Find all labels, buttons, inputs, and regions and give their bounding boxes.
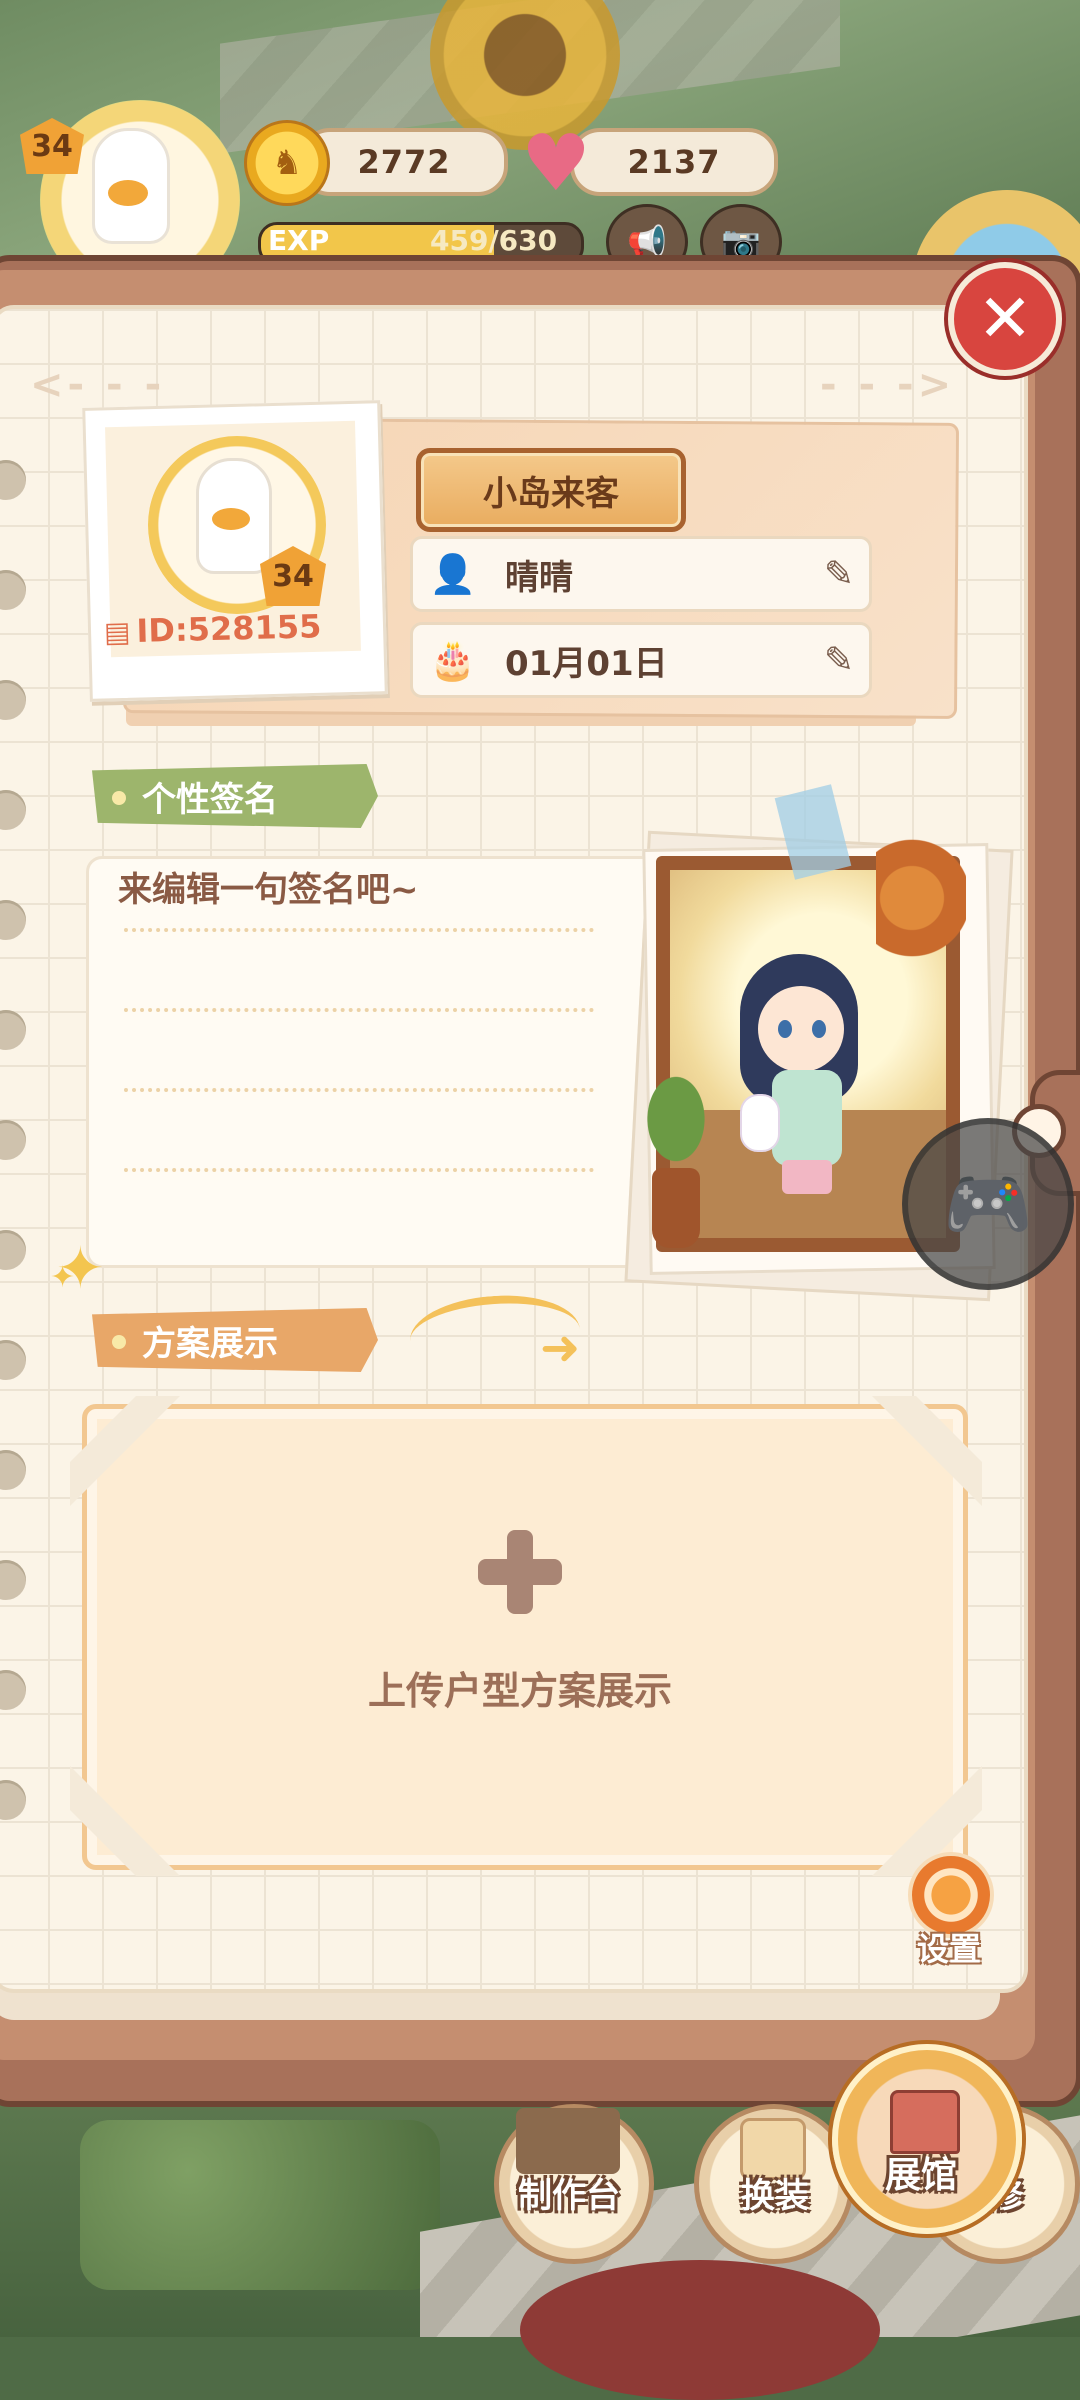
coin-icon: ♞ — [244, 120, 330, 206]
coin-amount: 2772 — [357, 143, 451, 181]
cake-icon: 🎂 — [429, 637, 477, 682]
bunny-plush-icon — [740, 1094, 780, 1152]
gamepad-icon: 🎮 — [943, 1161, 1033, 1246]
upload-scheme-label: 上传户型方案展示 — [367, 1669, 672, 1713]
heart-amount: 2137 — [627, 143, 721, 181]
gallery-icon — [890, 2090, 960, 2154]
character-legs — [782, 1160, 832, 1194]
copy-icon: ▤ — [103, 614, 131, 649]
arrow-left-icon: <- - - — [30, 362, 166, 408]
close-button[interactable]: ✕ — [948, 262, 1062, 376]
goose-beak — [108, 180, 148, 206]
signature-placeholder: 来编辑一句签名吧~ — [118, 870, 419, 910]
edit-nickname-button[interactable]: ✎ — [809, 554, 869, 595]
signature-section-label: 个性签名 — [142, 779, 278, 820]
player-id-text: ID:528155 — [135, 607, 322, 650]
coin-counter: 2772 — [300, 128, 508, 196]
exp-total: /630 — [488, 224, 558, 257]
hedge-decoration — [80, 2120, 440, 2290]
title-badge-text: 小岛来客 — [483, 473, 619, 514]
title-badge[interactable]: 小岛来客 — [416, 448, 686, 532]
nav-gallery-label: 展馆 — [884, 2155, 957, 2196]
gamepad-button[interactable]: 🎮 — [902, 1118, 1074, 1290]
upload-scheme-button[interactable] — [82, 1404, 968, 1870]
signature-line — [124, 1008, 594, 1012]
autumn-leaves-decoration — [876, 838, 966, 988]
edit-birthday-button[interactable]: ✎ — [809, 640, 869, 681]
plant-pot — [652, 1168, 700, 1248]
exp-label: EXP — [268, 224, 330, 257]
scene-object — [520, 2260, 880, 2400]
signature-section-tag: 个性签名 — [92, 764, 378, 828]
signature-line — [124, 1168, 594, 1172]
workbench-icon — [516, 2108, 620, 2174]
heart-counter: 2137 — [570, 128, 778, 196]
sparkle-icon: ✦ — [50, 1260, 76, 1295]
nickname-row: 👤 晴晴 ✎ — [410, 536, 872, 612]
scheme-section-tag: 方案展示 — [92, 1308, 378, 1372]
edit-icon: ✎ — [823, 639, 855, 681]
plant-icon — [636, 1060, 716, 1178]
goose-beak — [212, 508, 250, 530]
signature-line — [124, 1088, 594, 1092]
scheme-section-label: 方案展示 — [142, 1323, 278, 1364]
arrow-right-icon: - - -> — [820, 362, 956, 408]
edit-icon: ✎ — [823, 553, 855, 595]
exp-current: 459 — [430, 224, 489, 257]
nickname-text: 晴晴 — [505, 557, 573, 598]
user-icon: 👤 — [429, 551, 477, 596]
exp-value: 459/630 — [430, 224, 557, 257]
plus-icon — [478, 1530, 562, 1614]
character-eye — [778, 1020, 792, 1038]
nav-dress-label: 换装 — [741, 2176, 809, 2216]
birthday-row: 🎂 01月01日 ✎ — [410, 622, 872, 698]
nav-craft-label: 制作台 — [518, 2176, 620, 2216]
birthday-text: 01月01日 — [505, 643, 668, 684]
character-eye — [812, 1020, 826, 1038]
arrow-doodle-head: ➜ — [540, 1320, 581, 1376]
player-id[interactable]: ▤ ID:528155 — [104, 607, 322, 651]
character-body — [772, 1070, 842, 1166]
heart-icon: ♥ — [521, 119, 591, 209]
close-icon: ✕ — [977, 280, 1033, 357]
signature-input[interactable] — [86, 856, 672, 1268]
character-face — [758, 986, 844, 1072]
settings-label: 设置 — [916, 1930, 981, 1968]
signature-line — [124, 928, 594, 932]
